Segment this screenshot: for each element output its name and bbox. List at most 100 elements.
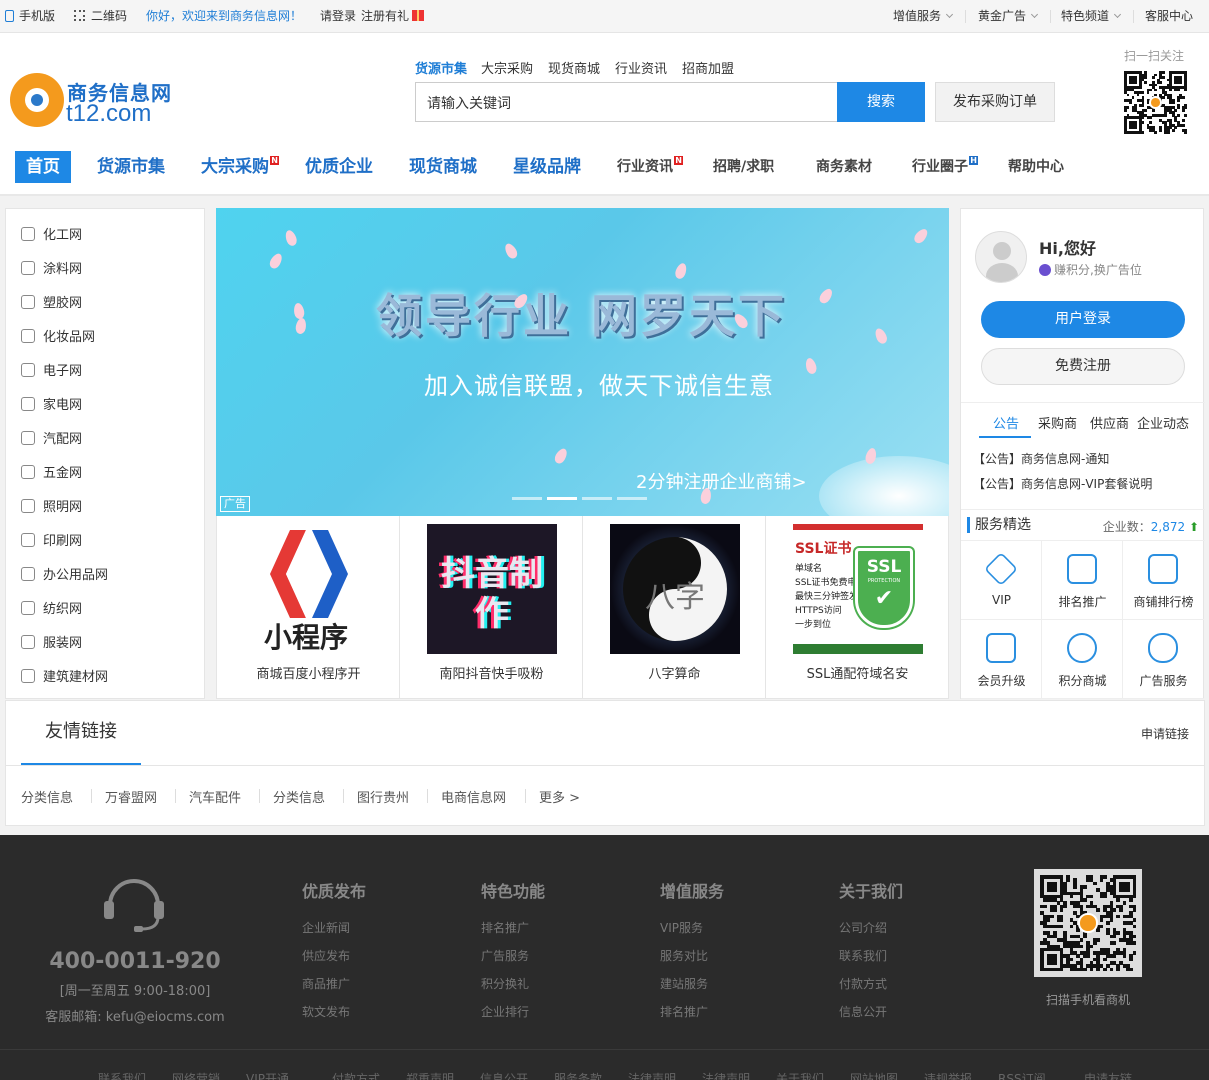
footer-link[interactable]: 付款方式 — [839, 975, 887, 992]
footer-link[interactable]: 企业排行 — [481, 1003, 529, 1020]
footer-link[interactable]: 公司介绍 — [839, 919, 887, 936]
service-item[interactable]: 会员升级 — [961, 620, 1042, 699]
footer-link[interactable]: VIP服务 — [660, 919, 703, 936]
service-item[interactable]: 积分商城 — [1042, 620, 1123, 699]
search-tab-franchise[interactable]: 招商加盟 — [682, 58, 734, 77]
login-link[interactable]: 请登录 — [320, 9, 356, 23]
friend-link[interactable]: 更多 > — [539, 787, 580, 806]
nav-market[interactable]: 货源市集 — [97, 151, 165, 183]
search-tab-market[interactable]: 货源市集 — [415, 58, 467, 77]
nav-materials[interactable]: 商务素材 — [816, 151, 872, 183]
category-item[interactable]: 印刷网 — [21, 532, 82, 552]
footer-link[interactable]: 企业新闻 — [302, 919, 350, 936]
service-item[interactable]: VIP — [961, 541, 1042, 620]
footer-link[interactable]: 排名推广 — [481, 919, 529, 936]
category-item[interactable]: 化工网 — [21, 226, 82, 246]
nav-home[interactable]: 首页 — [15, 151, 71, 183]
user-login-button[interactable]: 用户登录 — [981, 301, 1185, 338]
bottom-link[interactable]: 郑重声明 — [406, 1070, 454, 1080]
bottom-link[interactable]: 服务条款 — [554, 1070, 602, 1080]
site-logo[interactable]: 商务信息网 t12.com — [10, 73, 180, 129]
bottom-link[interactable]: 付款方式 — [332, 1070, 380, 1080]
bottom-link[interactable]: 网站地图 — [850, 1070, 898, 1080]
bottom-link[interactable]: RSS订阅 — [998, 1070, 1046, 1080]
friend-link[interactable]: 图行贵州 — [357, 787, 409, 806]
search-tab-bulk[interactable]: 大宗采购 — [481, 58, 533, 77]
bottom-link[interactable]: 法律声明 — [628, 1070, 676, 1080]
search-input[interactable]: 请输入关键词 — [415, 82, 837, 122]
footer-link[interactable]: 软文发布 — [302, 1003, 350, 1020]
gold-ad-menu[interactable]: 黄金广告 — [978, 9, 1039, 23]
bottom-link[interactable]: 关于我们 — [776, 1070, 824, 1080]
category-item[interactable]: 涂料网 — [21, 260, 82, 280]
notice-item[interactable]: 【公告】商务信息网-VIP套餐说明 — [973, 475, 1152, 492]
friend-link[interactable]: 分类信息 — [21, 787, 73, 806]
service-item[interactable]: 广告服务 — [1123, 620, 1204, 699]
mobile-link[interactable]: 手机版 — [5, 9, 55, 23]
footer-link[interactable]: 排名推广 — [660, 1003, 708, 1020]
footer-link[interactable]: 联系我们 — [839, 947, 887, 964]
friend-link[interactable]: 分类信息 — [273, 787, 325, 806]
tab-news[interactable]: 企业动态 — [1137, 413, 1189, 432]
tab-suppliers[interactable]: 供应商 — [1090, 413, 1129, 432]
tab-buyers[interactable]: 采购商 — [1038, 413, 1077, 432]
nav-jobs[interactable]: 招聘/求职 — [713, 151, 774, 183]
notice-item[interactable]: 【公告】商务信息网-通知 — [973, 450, 1109, 467]
carousel-dot-active[interactable] — [547, 497, 577, 500]
bottom-link[interactable]: 违规举报 — [924, 1070, 972, 1080]
friend-link[interactable]: 汽车配件 — [189, 787, 241, 806]
bottom-link[interactable]: 网络营销 — [172, 1070, 220, 1080]
service-center-link[interactable]: 客服中心 — [1145, 9, 1193, 23]
hero-banner[interactable]: 领导行业 网罗天下 加入诚信联盟，做天下诚信生意 2分钟注册企业商铺> 广告 — [216, 208, 949, 516]
footer-link[interactable]: 服务对比 — [660, 947, 708, 964]
category-item[interactable]: 服装网 — [21, 634, 82, 654]
service-item[interactable]: 排名推广 — [1042, 541, 1123, 620]
search-tab-spot[interactable]: 现货商城 — [548, 58, 600, 77]
apply-link-button[interactable]: 申请链接 — [1141, 725, 1189, 742]
nav-help[interactable]: 帮助中心 — [1008, 151, 1064, 183]
category-item[interactable]: 家电网 — [21, 396, 82, 416]
nav-bulk[interactable]: 大宗采购 N — [201, 151, 279, 183]
category-item[interactable]: 塑胶网 — [21, 294, 82, 314]
footer-link[interactable]: 广告服务 — [481, 947, 529, 964]
carousel-dot[interactable] — [582, 497, 612, 500]
category-item[interactable]: 电子网 — [21, 362, 82, 382]
tab-notice[interactable]: 公告 — [993, 413, 1019, 432]
nav-spot[interactable]: 现货商城 — [409, 151, 477, 183]
service-item[interactable]: 商铺排行榜 — [1123, 541, 1204, 620]
category-item[interactable]: 五金网 — [21, 464, 82, 484]
search-button[interactable]: 搜索 — [837, 82, 925, 122]
nav-news[interactable]: 行业资讯 N — [617, 151, 683, 183]
product-card[interactable]: 八字 八字算命 — [583, 516, 766, 699]
product-card[interactable]: SSL证书 单域名 SSL证书免费申请 最快三分钟签发 HTTPS访问 一步到位 SSL… — [766, 516, 949, 699]
category-item[interactable]: 办公用品网 — [21, 566, 108, 586]
free-register-button[interactable]: 免费注册 — [981, 348, 1185, 385]
bottom-link[interactable]: 申请友链 — [1084, 1070, 1132, 1080]
nav-brand[interactable]: 星级品牌 — [513, 151, 581, 183]
search-tab-news[interactable]: 行业资讯 — [615, 58, 667, 77]
category-item[interactable]: 汽配网 — [21, 430, 82, 450]
carousel-dot[interactable] — [617, 497, 647, 500]
bottom-link[interactable]: 联系我们 — [98, 1070, 146, 1080]
banner-cta[interactable]: 2分钟注册企业商铺> — [636, 468, 807, 494]
bottom-link[interactable]: VIP开通 — [246, 1070, 289, 1080]
footer-link[interactable]: 信息公开 — [839, 1003, 887, 1020]
nav-circle[interactable]: 行业圈子 H — [912, 151, 978, 183]
category-item[interactable]: 照明网 — [21, 498, 82, 518]
bottom-link[interactable]: 信息公开 — [480, 1070, 528, 1080]
special-menu[interactable]: 特色频道 — [1061, 9, 1122, 23]
nav-quality[interactable]: 优质企业 — [305, 151, 373, 183]
footer-link[interactable]: 建站服务 — [660, 975, 708, 992]
earn-points-link[interactable]: 赚积分,换广告位 — [1039, 261, 1142, 278]
bottom-link[interactable]: 法律声明 — [702, 1070, 750, 1080]
category-item[interactable]: 化妆品网 — [21, 328, 95, 348]
carousel-dot[interactable] — [512, 497, 542, 500]
product-card[interactable]: 小程序 商城百度小程序开 — [217, 516, 400, 699]
friend-link[interactable]: 电商信息网 — [441, 787, 506, 806]
qrcode-link[interactable]: 二维码 — [74, 9, 127, 23]
publish-order-button[interactable]: 发布采购订单 — [935, 82, 1055, 122]
register-link[interactable]: 注册有礼 — [361, 9, 425, 23]
friend-link[interactable]: 万睿盟网 — [105, 787, 157, 806]
category-item[interactable]: 建筑建材网 — [21, 668, 108, 688]
footer-link[interactable]: 商品推广 — [302, 975, 350, 992]
